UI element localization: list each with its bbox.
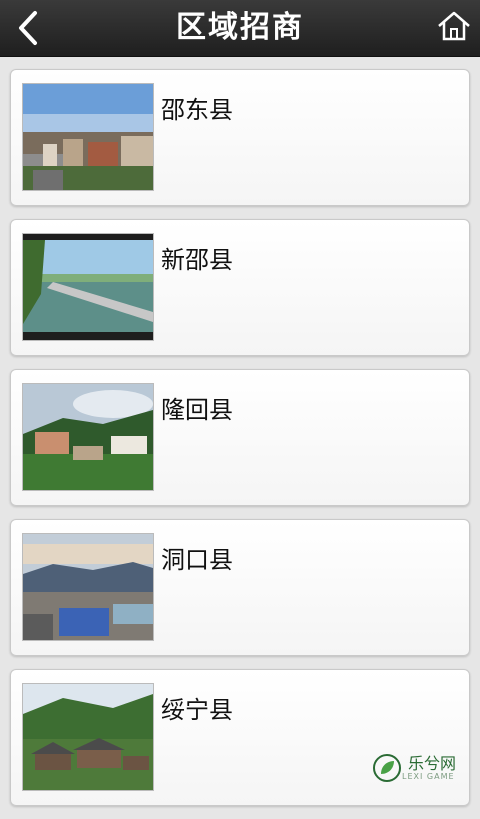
county-thumbnail [22,383,154,491]
county-name: 隆回县 [161,390,233,425]
site-watermark: 乐兮网 LEXI GAME [372,748,472,788]
county-card-longhui[interactable]: 隆回县 [10,369,470,506]
page-title: 区域招商 [0,0,480,56]
county-card-dongkou[interactable]: 洞口县 [10,519,470,656]
county-name: 洞口县 [161,540,233,575]
watermark-subtext: LEXI GAME [402,772,456,781]
county-name: 邵东县 [161,90,233,125]
home-icon [437,10,471,42]
county-card-xinshao[interactable]: 新邵县 [10,219,470,356]
county-card-shaodong[interactable]: 邵东县 [10,69,470,206]
county-name: 新邵县 [161,240,233,275]
watermark-text: 乐兮网 [408,756,456,772]
county-thumbnail [22,233,154,341]
county-thumbnail [22,83,154,191]
leaf-logo-icon [372,753,402,783]
hillside-buildings-photo [23,384,153,490]
county-thumbnail [22,683,154,791]
top-bar: 区域招商 [0,0,480,57]
home-button[interactable] [436,8,472,44]
city-skyline-photo [23,84,153,190]
river-bridge-photo [23,234,153,340]
county-list: 邵东县 新邵县 [10,69,470,819]
mountain-valley-town-photo [23,534,153,640]
county-thumbnail [22,533,154,641]
wooden-village-photo [23,684,153,790]
county-name: 绥宁县 [161,690,233,725]
back-button[interactable] [8,6,48,50]
chevron-left-icon [15,10,41,46]
